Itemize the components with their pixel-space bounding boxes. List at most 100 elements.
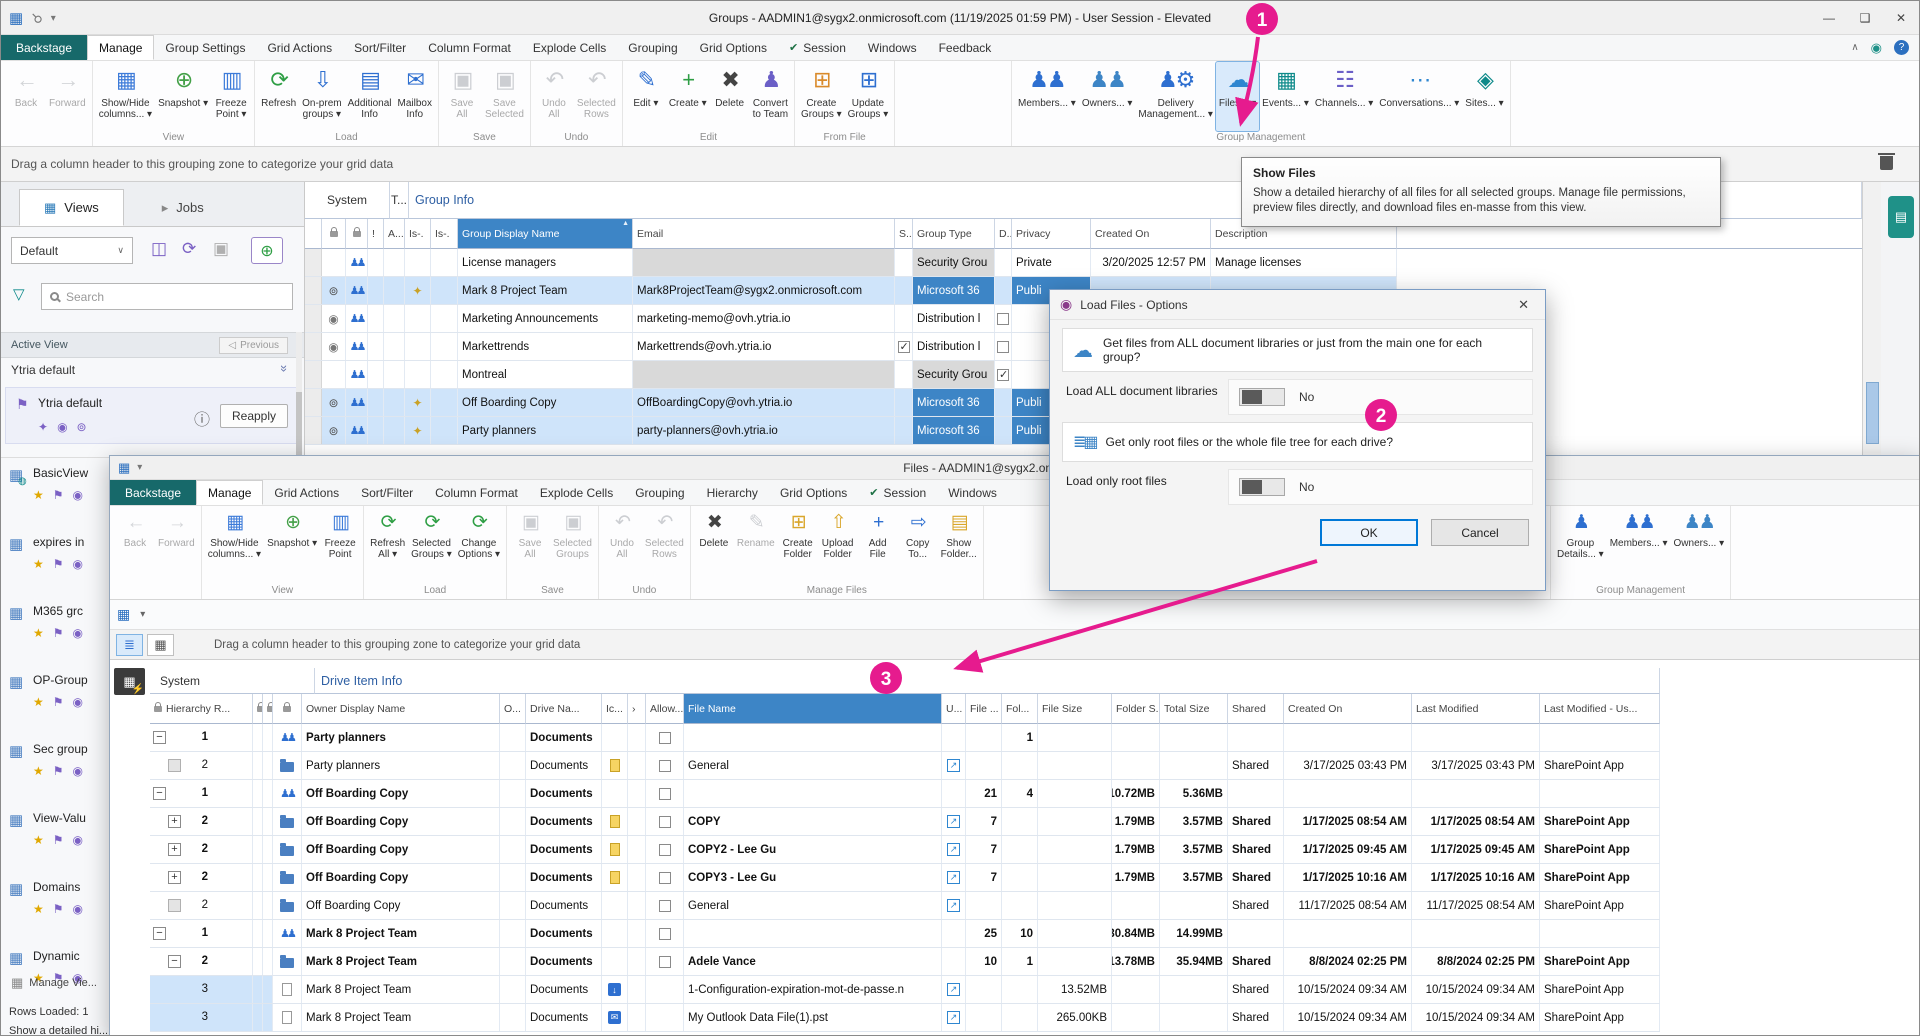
open-external-icon[interactable]: ↗: [947, 983, 960, 996]
chevron-down-icon[interactable]: ▾: [140, 609, 145, 620]
column-header-ic[interactable]: Ic...: [602, 694, 628, 724]
ribbon-button-members[interactable]: ♟♟Members... ▾: [1607, 507, 1671, 584]
tab-grouping[interactable]: Grouping: [617, 35, 688, 60]
collapse-icon[interactable]: −: [153, 787, 166, 800]
tab-explode-cells[interactable]: Explode Cells: [529, 480, 624, 505]
view-mode-tiles-button[interactable]: ▦: [147, 634, 174, 656]
column-header-tot[interactable]: Total Size: [1160, 694, 1228, 724]
star-icon[interactable]: ★: [33, 557, 44, 571]
column-header-by[interactable]: Last Modified - Us...: [1540, 694, 1660, 724]
grid-row[interactable]: +2Off Boarding CopyDocumentsCOPY2 - Lee …: [150, 836, 1660, 864]
add-view-button[interactable]: ⊕: [251, 237, 283, 264]
grid-row[interactable]: 3Mark 8 Project TeamDocuments✉My Outlook…: [150, 1004, 1660, 1032]
tab-backstage[interactable]: Backstage: [110, 480, 196, 505]
grid-row[interactable]: −2Mark 8 Project TeamDocumentsAdele Vanc…: [150, 948, 1660, 976]
band-system[interactable]: System: [305, 182, 390, 219]
checkbox-unchecked[interactable]: [659, 760, 671, 772]
ribbon-button-mailbox-info[interactable]: ✉MailboxInfo: [395, 62, 435, 131]
ribbon-button-sites[interactable]: ◈Sites... ▾: [1462, 62, 1506, 131]
flag-icon[interactable]: ⚑: [53, 833, 64, 847]
column-header-a[interactable]: A...: [384, 219, 405, 249]
star-icon[interactable]: ★: [33, 488, 44, 502]
tab-session[interactable]: ✔Session: [778, 35, 857, 60]
ribbon-button-show-hide-columns[interactable]: ▦Show/Hidecolumns... ▾: [96, 62, 155, 131]
ribbon-button-show-hide-columns[interactable]: ▦Show/Hidecolumns... ▾: [205, 507, 264, 584]
ribbon-button-convert-to-team[interactable]: ♟Convertto Team: [750, 62, 791, 131]
collapse-ribbon-icon[interactable]: ∧: [1851, 42, 1858, 53]
band-t[interactable]: T...: [390, 182, 409, 219]
tab-feedback[interactable]: Feedback: [928, 35, 1003, 60]
tab-grouping[interactable]: Grouping: [624, 480, 695, 505]
column-header-owner[interactable]: Owner Display Name: [302, 694, 500, 724]
ribbon-button-change-options[interactable]: ⟳ChangeOptions ▾: [455, 507, 503, 584]
close-icon[interactable]: ✕: [1512, 295, 1535, 315]
expand-icon[interactable]: +: [168, 843, 181, 856]
ribbon-button-copy-to[interactable]: ⇨CopyTo...: [898, 507, 938, 584]
column-header-u[interactable]: U...: [942, 694, 966, 724]
load-all-libraries-toggle[interactable]: [1239, 388, 1285, 406]
tab-sort-filter[interactable]: Sort/Filter: [343, 35, 417, 60]
collapse-icon[interactable]: −: [153, 927, 166, 940]
column-header-n2[interactable]: [263, 694, 273, 724]
target-icon[interactable]: ◉: [73, 902, 83, 916]
column-header-tree[interactable]: Hierarchy R...: [150, 694, 253, 724]
ribbon-button-delivery-management[interactable]: ♟⚙DeliveryManagement... ▾: [1135, 62, 1216, 131]
ribbon-button-freeze-point[interactable]: ▥FreezePoint: [320, 507, 360, 584]
collapse-icon[interactable]: »: [277, 365, 292, 372]
ribbon-button-edit[interactable]: ✎Edit ▾: [626, 62, 666, 131]
target-icon[interactable]: ◉: [57, 420, 67, 434]
checkbox-checked[interactable]: [997, 369, 1009, 381]
checkbox-unchecked[interactable]: [659, 900, 671, 912]
trash-icon[interactable]: [1880, 156, 1893, 170]
grid-row[interactable]: −1♟♟Party plannersDocuments1: [150, 724, 1660, 752]
column-header-drive[interactable]: Drive Na...: [526, 694, 602, 724]
column-header-o[interactable]: O...: [500, 694, 526, 724]
ribbon-button-members[interactable]: ♟♟Members... ▾: [1015, 62, 1079, 131]
column-header-is2[interactable]: Is-.: [431, 219, 458, 249]
help-icon[interactable]: ?: [1894, 40, 1909, 55]
column-header-allow[interactable]: Allow...: [646, 694, 684, 724]
close-icon[interactable]: ✕: [1883, 1, 1919, 35]
column-header-ico[interactable]: [273, 694, 302, 724]
grid-row[interactable]: −1♟♟Off Boarding CopyDocuments21410.72MB…: [150, 780, 1660, 808]
target-icon[interactable]: ◉: [73, 764, 83, 778]
ribbon-button-selected-groups[interactable]: ⟳SelectedGroups ▾: [408, 507, 455, 584]
star-icon[interactable]: ★: [33, 626, 44, 640]
grid-row[interactable]: 2Party plannersDocumentsGeneral↗Shared3/…: [150, 752, 1660, 780]
open-external-icon[interactable]: ↗: [947, 815, 960, 828]
tab-backstage[interactable]: Backstage: [1, 35, 87, 60]
tab-sort-filter[interactable]: Sort/Filter: [350, 480, 424, 505]
tab-grid-options[interactable]: Grid Options: [769, 480, 858, 505]
checkbox-unchecked[interactable]: [659, 872, 671, 884]
checkbox-unchecked[interactable]: [659, 788, 671, 800]
ribbon-button-snapshot[interactable]: ⊕Snapshot ▾: [264, 507, 320, 584]
side-panel-toggle[interactable]: ▤: [1888, 196, 1914, 238]
previous-button[interactable]: ◁ Previous: [219, 337, 288, 354]
band-drive-item-info[interactable]: Drive Item Info: [315, 668, 1660, 694]
ribbon-button-additional-info[interactable]: ▤AdditionalInfo: [345, 62, 395, 131]
target-icon[interactable]: ◉: [73, 557, 83, 571]
checkbox-unchecked[interactable]: [659, 844, 671, 856]
sidebar-tab-views[interactable]: ▦Views: [19, 189, 124, 226]
flag-icon[interactable]: ⚑: [53, 764, 64, 778]
tab-column-format[interactable]: Column Format: [417, 35, 522, 60]
checkbox-unchecked[interactable]: [659, 928, 671, 940]
grid-row[interactable]: ♟♟License managersSecurity GrouPrivate3/…: [305, 249, 1397, 277]
chevron-down-icon[interactable]: ▾: [51, 13, 56, 24]
scrollbar-thumb[interactable]: [1866, 382, 1879, 444]
open-external-icon[interactable]: ↗: [947, 843, 960, 856]
ribbon-button-create[interactable]: +Create ▾: [666, 62, 710, 131]
tab-manage[interactable]: Manage: [196, 480, 263, 505]
view-set-select[interactable]: Default ∨: [11, 237, 133, 264]
search-input[interactable]: Search: [41, 283, 293, 310]
ribbon-button-create-folder[interactable]: ⊞CreateFolder: [778, 507, 818, 584]
column-header-privacy[interactable]: Privacy: [1012, 219, 1091, 249]
expand-icon[interactable]: +: [168, 815, 181, 828]
column-header-email[interactable]: Email: [633, 219, 895, 249]
ribbon-button-add-file[interactable]: +AddFile: [858, 507, 898, 584]
cancel-button[interactable]: Cancel: [1431, 519, 1529, 546]
column-header-type[interactable]: Group Type: [913, 219, 995, 249]
expand-icon[interactable]: +: [168, 871, 181, 884]
sidebar-tab-jobs[interactable]: ▸Jobs: [138, 189, 228, 226]
ribbon-button-on-prem-groups[interactable]: ⇩On-premgroups ▾: [299, 62, 344, 131]
